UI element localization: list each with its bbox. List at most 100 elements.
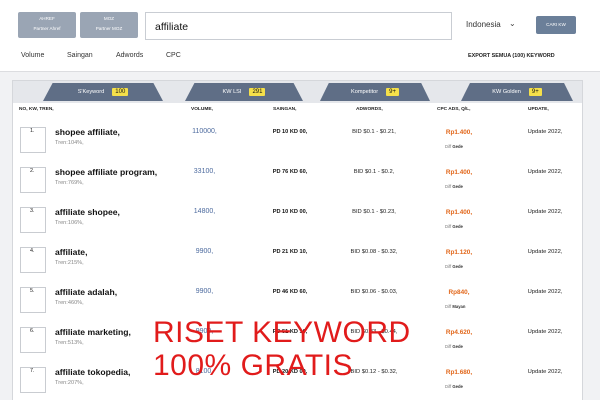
partner-sub: Partner Ahref	[33, 25, 61, 31]
difficulty: Diff Gede	[445, 344, 463, 349]
cpc-value: Rp1.680,	[445, 369, 473, 376]
partner-moz-button[interactable]: MOZ Partner MOZ	[80, 12, 138, 38]
keyword-text: affiliate tokopedia,	[55, 367, 131, 377]
promo-overlay: RISET KEYWORD 100% GRATIS	[153, 316, 411, 382]
partner-ahref-button[interactable]: AHREF Partner Ahref	[18, 12, 76, 38]
header-adwords: ADWORDS,	[356, 107, 383, 112]
chevron-down-icon[interactable]: ⌄	[509, 19, 516, 28]
promo-line-2: 100% GRATIS	[153, 349, 354, 382]
partner-name: AHREF	[39, 16, 55, 21]
header-cpc: CPC ADS, Q/L,	[437, 107, 471, 112]
tab-label: Kompetitor	[351, 89, 379, 95]
tab-skeyword[interactable]: S'Keyword 100	[43, 83, 163, 101]
difficulty-value: Gede	[452, 264, 463, 269]
keyword-text: shopee affiliate program,	[55, 167, 158, 177]
saingan-value: PD 46 KD 60,	[272, 289, 308, 295]
tab-kw-lsi[interactable]: KW LSI 291	[185, 83, 303, 101]
trend-text: Tren:215%,	[55, 260, 84, 266]
tab-label: KW Golden	[492, 89, 521, 95]
difficulty-label: Diff	[445, 144, 452, 149]
difficulty-label: Diff	[445, 224, 452, 229]
table-row[interactable]: 4. affiliate, Tren:215%, 9900, PD 21 KD …	[13, 243, 582, 283]
adwords-value: BID $0.1 - $0.23,	[352, 209, 396, 215]
nav-saingan[interactable]: Saingan	[67, 52, 93, 59]
tab-kompetitor[interactable]: Kompetitor 9+	[320, 83, 430, 101]
keyword-text: affiliate marketing,	[55, 327, 131, 337]
difficulty-value: Gede	[452, 224, 463, 229]
difficulty-value: Gede	[452, 144, 463, 149]
cpc-value: Rp840,	[448, 289, 470, 296]
cpc-value: Rp1.400,	[445, 209, 473, 216]
difficulty-label: Diff	[445, 304, 452, 309]
top-bar: AHREF Partner Ahref MOZ Partner MOZ affi…	[0, 0, 600, 72]
difficulty-value: Gede	[452, 184, 463, 189]
difficulty-value: Gede	[452, 384, 463, 389]
volume-value: 33100,	[193, 168, 216, 175]
difficulty: Diff Gede	[445, 144, 463, 149]
difficulty-label: Diff	[445, 384, 452, 389]
saingan-value: PD 76 KD 60,	[272, 169, 308, 175]
row-number: 7.	[30, 368, 35, 374]
update-value: Update 2022,	[527, 209, 563, 215]
difficulty-label: Diff	[445, 184, 452, 189]
row-number: 5.	[30, 288, 35, 294]
export-all-link[interactable]: EXPORT SEMUA (100) KEYWORD	[468, 53, 555, 59]
keyword-text: affiliate,	[55, 247, 88, 257]
adwords-value: BID $0.06 - $0.03,	[350, 289, 398, 295]
header-update: UPDATE,	[528, 107, 549, 112]
trend-text: Tren:460%,	[55, 300, 84, 306]
keyword-text: shopee affiliate,	[55, 127, 120, 137]
update-value: Update 2022,	[527, 289, 563, 295]
table-row[interactable]: 3. affiliate shopee, Tren:106%, 14800, P…	[13, 203, 582, 243]
keyword-text: affiliate adalah,	[55, 287, 118, 297]
update-value: Update 2022,	[527, 369, 563, 375]
volume-value: 9900,	[195, 248, 214, 255]
table-row[interactable]: 2. shopee affiliate program, Tren:769%, …	[13, 163, 582, 203]
difficulty: Diff Gede	[445, 224, 463, 229]
volume-value: 110000,	[192, 128, 217, 135]
adwords-value: BID $0.1 - $0.21,	[352, 129, 396, 135]
difficulty-value: Gede	[452, 344, 463, 349]
volume-value: 14800,	[193, 208, 216, 215]
header-no-kw-tren: NO, KW, TREN,	[19, 107, 54, 112]
cpc-value: Rp1.120,	[445, 249, 473, 256]
table-row[interactable]: 1. shopee affiliate, Tren:104%, 110000, …	[13, 123, 582, 163]
update-value: Update 2022,	[527, 129, 563, 135]
saingan-value: PD 10 KD 00,	[272, 129, 308, 135]
tab-label: S'Keyword	[77, 89, 105, 95]
cpc-value: Rp4.620,	[445, 329, 473, 336]
keyword-text: affiliate shopee,	[55, 207, 120, 217]
header-volume: VOLUME,	[191, 107, 213, 112]
search-input[interactable]: affiliate	[145, 12, 452, 40]
nav-volume[interactable]: Volume	[21, 52, 44, 59]
update-value: Update 2022,	[527, 329, 563, 335]
adwords-value: BID $0.1 - $0.2,	[353, 169, 395, 175]
nav-adwords[interactable]: Adwords	[116, 52, 143, 59]
tab-label: KW LSI	[222, 89, 242, 95]
row-number: 6.	[30, 328, 35, 334]
difficulty-label: Diff	[445, 344, 452, 349]
count-badge: 291	[249, 87, 266, 96]
table-header: NO, KW, TREN, VOLUME, SAINGAN, ADWORDS, …	[13, 107, 582, 119]
row-number: 2.	[30, 168, 35, 174]
update-value: Update 2022,	[527, 249, 563, 255]
difficulty: Diff Gede	[445, 184, 463, 189]
cari-kw-button[interactable]: CARI KW	[536, 16, 576, 34]
partner-sub: Partner MOZ	[95, 25, 123, 31]
difficulty: Diff Mayan	[445, 304, 465, 309]
update-value: Update 2022,	[527, 169, 563, 175]
count-badge: 9+	[386, 87, 399, 96]
cpc-value: Rp1.400,	[445, 169, 473, 176]
trend-text: Tren:769%,	[55, 180, 84, 186]
row-number: 3.	[30, 208, 35, 214]
count-badge: 9+	[528, 87, 542, 96]
difficulty-value: Mayan	[452, 304, 466, 309]
country-select[interactable]: Indonesia	[466, 20, 501, 29]
nav-cpc[interactable]: CPC	[166, 52, 181, 59]
adwords-value: BID $0.08 - $0.32,	[350, 249, 398, 255]
trend-text: Tren:513%,	[55, 340, 84, 346]
volume-value: 9900,	[195, 288, 214, 295]
trend-text: Tren:104%,	[55, 140, 84, 146]
tab-kw-golden[interactable]: KW Golden 9+	[461, 83, 573, 101]
difficulty: Diff Gede	[445, 264, 463, 269]
